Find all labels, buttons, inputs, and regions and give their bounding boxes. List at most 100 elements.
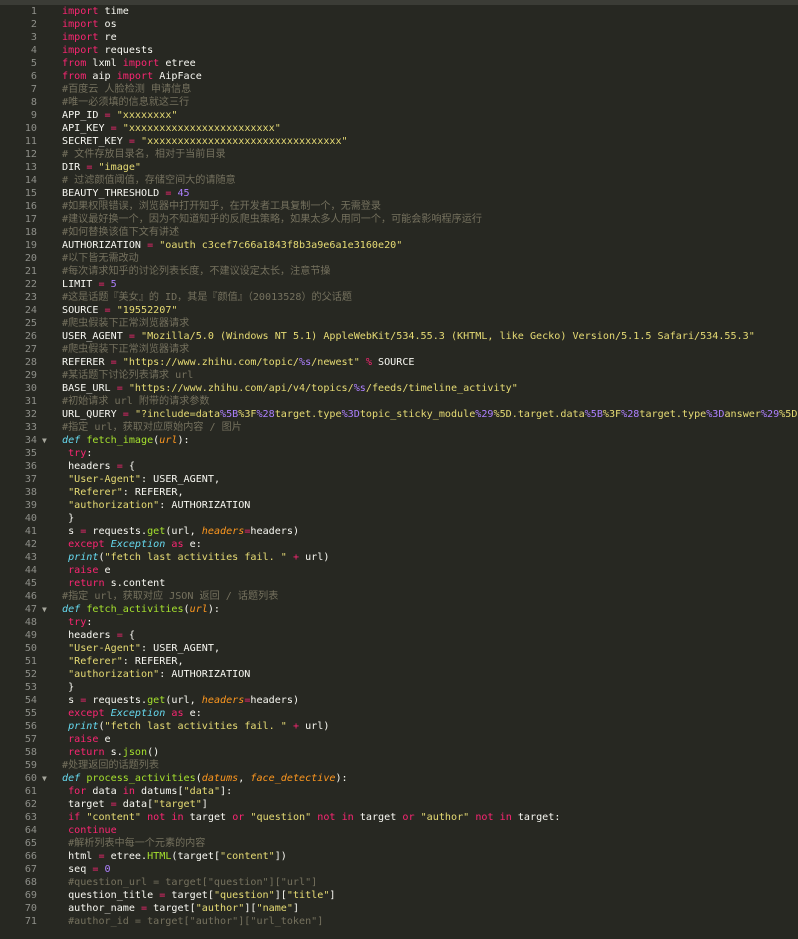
code-line[interactable]: 24 SOURCE = "19552207" — [0, 304, 798, 317]
code-line[interactable]: 11 SECRET_KEY = "xxxxxxxxxxxxxxxxxxxxxxxx… — [0, 135, 798, 148]
code-line[interactable]: 54 s = requests.get(url, headers=headers… — [0, 694, 798, 707]
code-line[interactable]: 48 try: — [0, 616, 798, 629]
code-line[interactable]: 61 for data in datums["data"]: — [0, 785, 798, 798]
code-line[interactable]: 6 from aip import AipFace — [0, 70, 798, 83]
code-line[interactable]: 27 #爬虫假装下正常浏览器请求 — [0, 343, 798, 356]
code-line[interactable]: 37 "User-Agent": USER_AGENT, — [0, 473, 798, 486]
code-text: USER_AGENT = "Mozilla/5.0 (Windows NT 5.… — [62, 330, 755, 343]
code-line[interactable]: 58 return s.json() — [0, 746, 798, 759]
code-line[interactable]: 8 #唯一必须填的信息就这三行 — [0, 96, 798, 109]
line-number: 19 — [24, 240, 37, 251]
code-line[interactable]: 7 #百度云 人脸检测 申请信息 — [0, 83, 798, 96]
code-token: ): — [335, 773, 348, 784]
code-line[interactable]: 4 import requests — [0, 44, 798, 57]
code-text: except Exception as e: — [62, 538, 202, 551]
code-line[interactable]: 39 "authorization": AUTHORIZATION — [0, 499, 798, 512]
code-line[interactable]: 55 except Exception as e: — [0, 707, 798, 720]
code-line[interactable]: 12 # 文件存放目录名，相对于当前目录 — [0, 148, 798, 161]
code-line[interactable]: 28 REFERER = "https://www.zhihu.com/topic… — [0, 356, 798, 369]
code-line[interactable]: 65 #解析列表中每一个元素的内容 — [0, 837, 798, 850]
code-line[interactable]: 30 BASE_URL = "https://www.zhihu.com/api/… — [0, 382, 798, 395]
code-line[interactable]: 20 #以下皆无需改动 — [0, 252, 798, 265]
code-line[interactable]: 62 target = data["target"] — [0, 798, 798, 811]
code-line[interactable]: 41 s = requests.get(url, headers=headers… — [0, 525, 798, 538]
code-line[interactable]: 10 API_KEY = "xxxxxxxxxxxxxxxxxxxxxxxx" — [0, 122, 798, 135]
code-line[interactable]: 45 return s.content — [0, 577, 798, 590]
code-line[interactable]: 43 print("fetch last activities fail. " … — [0, 551, 798, 564]
code-line[interactable]: 69 question_title = target["question"]["… — [0, 889, 798, 902]
code-text: return s.json() — [62, 746, 159, 759]
code-token: ][ — [274, 890, 287, 901]
code-line[interactable]: 38 "Referer": REFERER, — [0, 486, 798, 499]
code-line[interactable]: 9 APP_ID = "xxxxxxxx" — [0, 109, 798, 122]
code-line[interactable]: 70 author_name = target["author"]["name"… — [0, 902, 798, 915]
code-line[interactable]: 40 } — [0, 512, 798, 525]
code-line[interactable]: 14 # 过滤颜值阈值，存储空间大的请随意 — [0, 174, 798, 187]
code-line[interactable]: 25 #爬虫假装下正常浏览器请求 — [0, 317, 798, 330]
code-text: try: — [62, 616, 92, 629]
code-line[interactable]: 53 } — [0, 681, 798, 694]
code-line[interactable]: 3 import re — [0, 31, 798, 44]
code-line[interactable]: 46 #指定 url，获取对应 JSON 返回 / 话题列表 — [0, 590, 798, 603]
code-line[interactable]: 66 html = etree.HTML(target["content"]) — [0, 850, 798, 863]
code-token: e — [98, 734, 111, 745]
code-line[interactable]: 29 #某话题下讨论列表请求 url — [0, 369, 798, 382]
code-line[interactable]: 5 from lxml import etree — [0, 57, 798, 70]
code-line[interactable]: 50 "User-Agent": USER_AGENT, — [0, 642, 798, 655]
code-token: import — [62, 45, 99, 56]
code-line[interactable]: 23 #这是话题『美女』的 ID，其是『颜值』（20013528）的父话题 — [0, 291, 798, 304]
code-line[interactable]: 16 #如果权限错误，浏览器中打开知乎，在开发者工具复制一个，无需登录 — [0, 200, 798, 213]
line-number: 5 — [30, 58, 37, 69]
code-line[interactable]: 36 headers = { — [0, 460, 798, 473]
code-token: "xxxxxxxxxxxxxxxxxxxxxxxx" — [122, 123, 281, 134]
code-editor[interactable]: 1 import time 2 import os 3 import re 4 import … — [0, 0, 798, 939]
code-token: ] — [201, 799, 208, 810]
code-text: #如果权限错误，浏览器中打开知乎，在开发者工具复制一个，无需登录 — [62, 200, 381, 213]
code-line[interactable]: 19 AUTHORIZATION = "oauth c3cef7c66a1843f… — [0, 239, 798, 252]
code-line[interactable]: 57 raise e — [0, 733, 798, 746]
code-text: "authorization": AUTHORIZATION — [62, 499, 250, 512]
code-line[interactable]: 13 DIR = "image" — [0, 161, 798, 174]
code-line[interactable]: 68 #question_url = target["question"]["u… — [0, 876, 798, 889]
code-line[interactable]: 17 #建议最好换一个，因为不知道知乎的反爬虫策略，如果太多人用同一个，可能会影响… — [0, 213, 798, 226]
code-line[interactable]: 32 URL_QUERY = "?include=data%5B%3F%28tar… — [0, 408, 798, 421]
fold-arrow-down-icon[interactable]: ▼ — [42, 772, 47, 785]
code-token: (target[ — [171, 851, 221, 862]
code-line[interactable]: 1 import time — [0, 5, 798, 18]
code-line[interactable]: 21 #每次请求知乎的讨论列表长度，不建议设定太长，注意节操 — [0, 265, 798, 278]
fold-arrow-down-icon[interactable]: ▼ — [42, 603, 47, 616]
code-text: DIR = "image" — [62, 161, 141, 174]
fold-arrow-down-icon[interactable]: ▼ — [42, 434, 47, 447]
code-line[interactable]: 22 LIMIT = 5 — [0, 278, 798, 291]
code-text: def process_activities(datums, face_dete… — [62, 772, 348, 785]
code-line[interactable]: 18 #如何替换该值下文有讲述 — [0, 226, 798, 239]
code-line[interactable]: 56 print("fetch last activities fail. " … — [0, 720, 798, 733]
code-line[interactable]: 59 #处理返回的话题列表 — [0, 759, 798, 772]
code-line[interactable]: 33 #指定 url，获取对应原始内容 / 图片 — [0, 421, 798, 434]
code-token: "content" — [86, 812, 142, 823]
code-token: or — [232, 812, 245, 823]
code-line[interactable]: 47 ▼ def fetch_activities(url): — [0, 603, 798, 616]
code-token: #指定 url，获取对应 JSON 返回 / 话题列表 — [62, 591, 279, 602]
code-line[interactable]: 2 import os — [0, 18, 798, 31]
code-line[interactable]: 31 #初始请求 url 附带的请求参数 — [0, 395, 798, 408]
code-line[interactable]: 51 "Referer": REFERER, — [0, 655, 798, 668]
code-token: REFERER — [62, 357, 111, 368]
code-line[interactable]: 35 try: — [0, 447, 798, 460]
code-line[interactable]: 34 ▼ def fetch_image(url): — [0, 434, 798, 447]
code-area[interactable]: 1 import time 2 import os 3 import re 4 import … — [0, 5, 798, 928]
code-line[interactable]: 67 seq = 0 — [0, 863, 798, 876]
code-token: author_name — [62, 903, 142, 914]
code-token: #建议最好换一个，因为不知道知乎的反爬虫策略，如果太多人用同一个，可能会影响程序… — [62, 214, 482, 225]
code-line[interactable]: 63 if "content" not in target or "questi… — [0, 811, 798, 824]
code-line[interactable]: 71 #author_id = target["author"]["url_to… — [0, 915, 798, 928]
code-line[interactable]: 64 continue — [0, 824, 798, 837]
code-line[interactable]: 52 "authorization": AUTHORIZATION — [0, 668, 798, 681]
code-line[interactable]: 60 ▼ def process_activities(datums, face_d… — [0, 772, 798, 785]
code-line[interactable]: 26 USER_AGENT = "Mozilla/5.0 (Windows NT … — [0, 330, 798, 343]
code-line[interactable]: 42 except Exception as e: — [0, 538, 798, 551]
code-line[interactable]: 15 BEAUTY_THRESHOLD = 45 — [0, 187, 798, 200]
line-number: 42 — [24, 539, 37, 550]
code-line[interactable]: 49 headers = { — [0, 629, 798, 642]
code-line[interactable]: 44 raise e — [0, 564, 798, 577]
